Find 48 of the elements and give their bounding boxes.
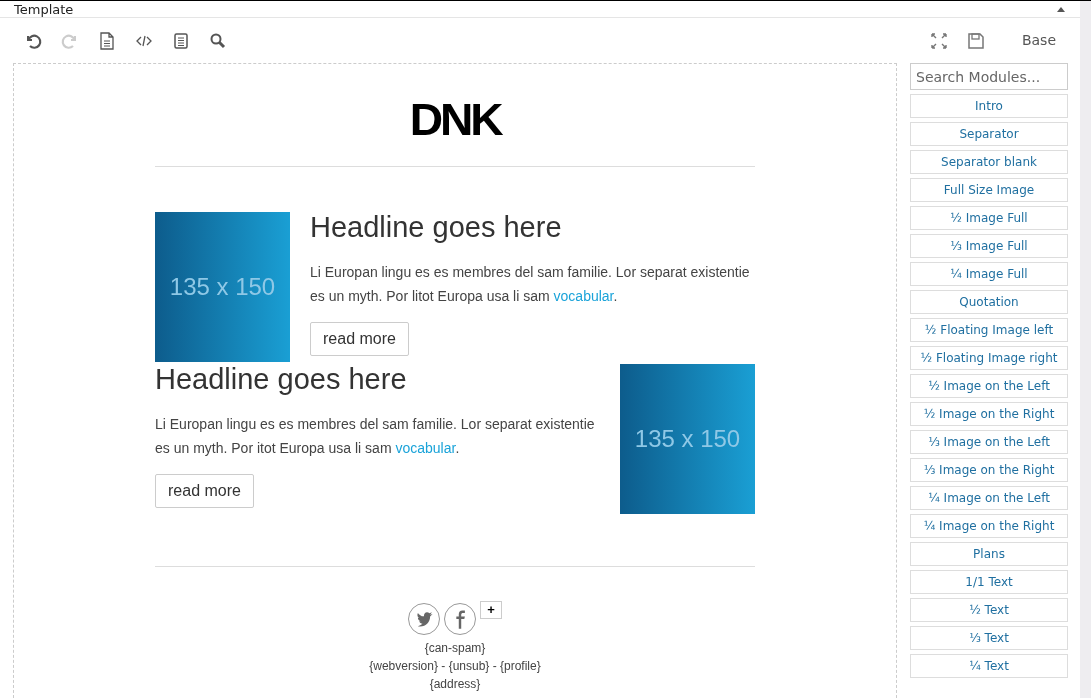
window-title: Template: [14, 2, 74, 16]
facebook-button[interactable]: [444, 603, 477, 635]
module-button[interactable]: ½ Image on the Right: [910, 402, 1068, 426]
module-button[interactable]: ⅓ Image Full: [910, 234, 1068, 258]
text-link[interactable]: vocabular: [553, 287, 614, 304]
module-button[interactable]: 1/1 Text: [910, 570, 1068, 594]
module-button[interactable]: ½ Floating Image left: [910, 318, 1068, 342]
placeholder-caption: 135 x 150: [634, 424, 741, 454]
module-button[interactable]: Intro: [910, 94, 1068, 118]
footer-text: {address}: [428, 676, 482, 693]
module-button[interactable]: ½ Image on the Left: [910, 374, 1068, 398]
theme-button[interactable]: Base: [1013, 30, 1056, 51]
module-button[interactable]: Plans: [910, 542, 1068, 566]
read-more-button[interactable]: read more: [155, 473, 254, 508]
fullscreen-icon[interactable]: [929, 31, 948, 50]
add-button[interactable]: +: [480, 601, 502, 619]
module-button[interactable]: Separator: [910, 122, 1068, 146]
text-link[interactable]: vocabular: [395, 439, 456, 456]
module-button[interactable]: Quotation: [910, 290, 1068, 314]
module-button[interactable]: ¼ Image on the Right: [910, 514, 1068, 538]
placeholder-caption: 135 x 150: [169, 272, 276, 302]
footer-text: {webversion} - {unsub} - {profile}: [368, 658, 542, 675]
search-field[interactable]: Search Modules...: [910, 63, 1068, 90]
body-text: Li Europan lingu es es membres del sam familie. Lor separat existentie es un myth. Por litot Europa usa li sam vocabular.: [310, 262, 751, 306]
module-button[interactable]: ½ Image Full: [910, 206, 1068, 230]
logo: DNK: [409, 98, 501, 142]
module-button[interactable]: ¼ Image Full: [910, 262, 1068, 286]
document-lines-icon[interactable]: [172, 31, 190, 50]
save-icon[interactable]: [966, 31, 985, 50]
module-button[interactable]: ⅓ Text: [910, 626, 1068, 650]
twitter-button[interactable]: [408, 603, 441, 635]
body-text: Li Europan lingu es es membres del sam familie. Lor separat existentie es un myth. Por itot Europa usa li sam vocabular.: [155, 414, 596, 458]
module-button[interactable]: Separator blank: [910, 150, 1068, 174]
module-button[interactable]: ¼ Text: [910, 654, 1068, 678]
collapse-icon[interactable]: [1056, 6, 1066, 12]
search-icon[interactable]: [209, 31, 227, 50]
module-button[interactable]: ½ Text: [910, 598, 1068, 622]
module-button[interactable]: ½ Floating Image right: [910, 346, 1068, 370]
scrollbar[interactable]: [1080, 1, 1091, 698]
footer-text: {can-spam}: [423, 640, 487, 657]
module-button[interactable]: ¼ Image on the Left: [910, 486, 1068, 510]
module-button[interactable]: ⅓ Image on the Right: [910, 458, 1068, 482]
headline: Headline goes here: [155, 364, 408, 396]
read-more-button[interactable]: read more: [310, 321, 409, 356]
headline: Headline goes here: [310, 212, 563, 244]
document-icon[interactable]: [98, 31, 116, 50]
module-button[interactable]: Full Size Image: [910, 178, 1068, 202]
module-button[interactable]: ⅓ Image on the Left: [910, 430, 1068, 454]
